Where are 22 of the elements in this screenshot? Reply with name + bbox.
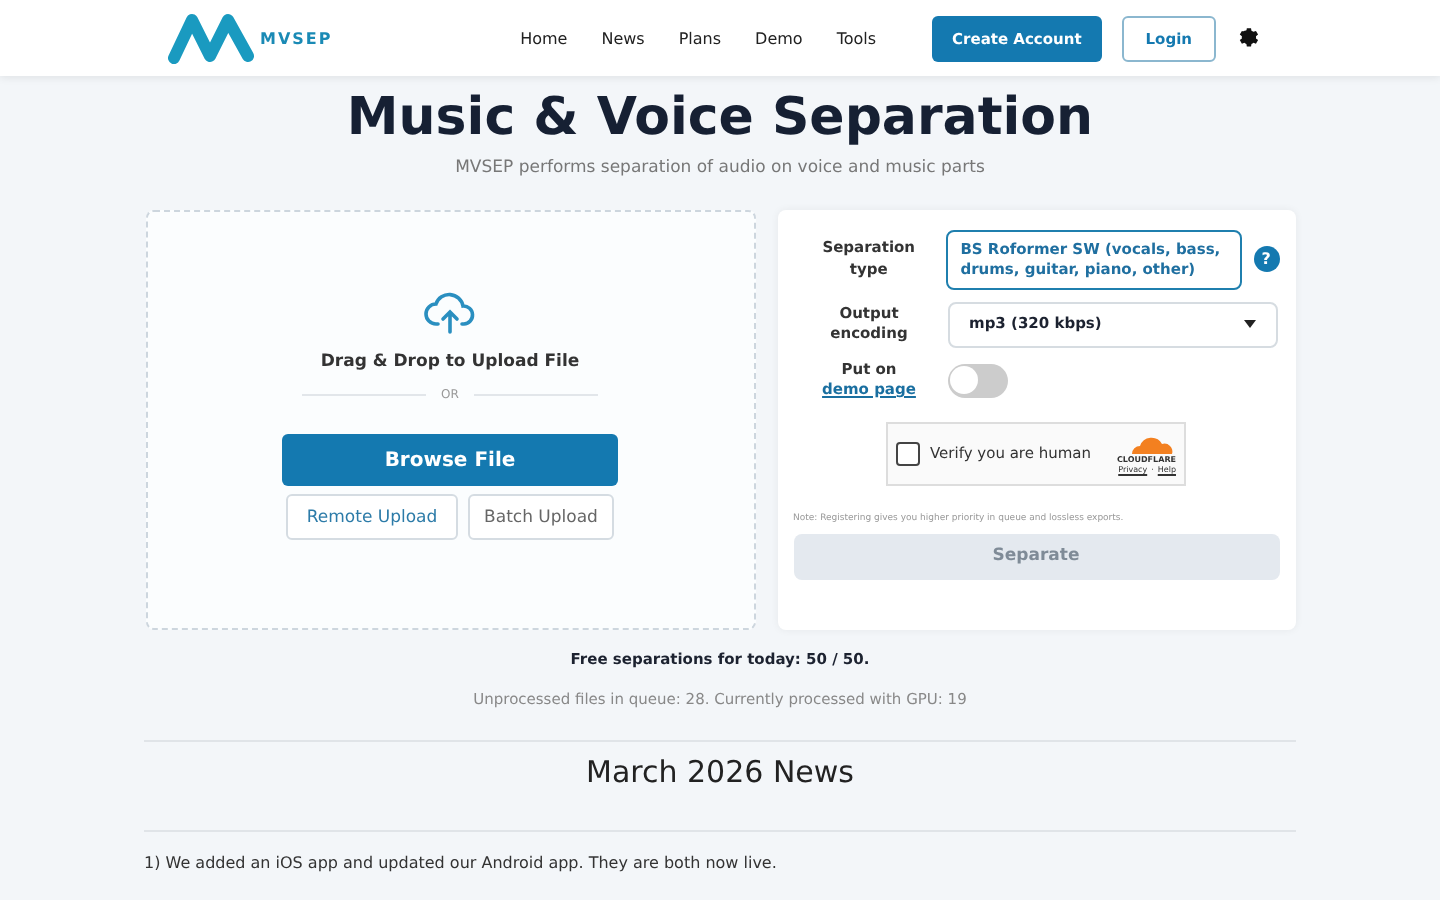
cloud-upload-icon	[422, 288, 478, 336]
nav-link[interactable]: Demo	[755, 29, 803, 47]
browse-file-button[interactable]: Browse File	[282, 434, 618, 486]
nav-link[interactable]: News	[601, 29, 645, 47]
settings-icon[interactable]	[1236, 26, 1260, 50]
news-item: 1) We added an iOS app and updated our Android app. They are both now live.	[144, 854, 777, 872]
page-title: Music & Voice Separation	[346, 88, 1094, 148]
toggle-switch[interactable]	[947, 363, 1007, 397]
batch-upload-button[interactable]: Batch Upload	[468, 494, 614, 540]
drop-text: Drag & Drop to Upload File	[320, 352, 580, 372]
nav-link[interactable]: Home	[520, 29, 568, 47]
news-title: March 2026 News	[586, 754, 854, 790]
checkbox[interactable]	[896, 441, 920, 465]
nav-link[interactable]: Tools	[836, 29, 877, 47]
cloud-icon	[1128, 433, 1176, 453]
logo-text[interactable]: MVSEP	[260, 29, 333, 47]
help-icon[interactable]: ?	[1253, 246, 1279, 273]
caret-icon	[1243, 320, 1255, 328]
remote-upload-button[interactable]: Remote Upload	[286, 494, 459, 540]
logo-icon	[168, 12, 256, 64]
subtitle: MVSEP performs separation of audio on voice and music parts	[455, 158, 985, 178]
nav-link[interactable]: Plans	[678, 29, 722, 47]
